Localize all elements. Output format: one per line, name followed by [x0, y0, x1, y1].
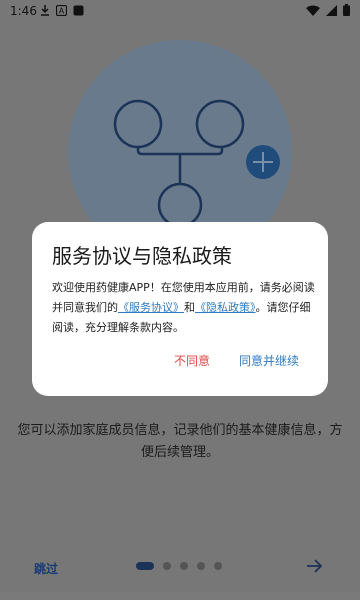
page-dot-active	[136, 562, 154, 570]
privacy-policy-link[interactable]: 《隐私政策》	[195, 301, 256, 314]
page-dot	[214, 562, 222, 570]
page-dot	[180, 562, 188, 570]
page-dot	[197, 562, 205, 570]
service-agreement-link[interactable]: 《服务协议》	[118, 301, 184, 314]
page-indicator	[136, 562, 222, 570]
dialog-title: 服务协议与隐私政策	[52, 244, 232, 268]
privacy-dialog: 服务协议与隐私政策 欢迎使用药健康APP！在您使用本应用前，请务必阅读并同意我们…	[32, 222, 328, 396]
skip-button[interactable]: 跳过	[34, 560, 58, 577]
agree-continue-button[interactable]: 同意并继续	[239, 352, 299, 369]
page-dot	[163, 562, 171, 570]
dialog-and-text: 和	[184, 301, 195, 314]
add-member-icon	[246, 145, 280, 179]
intro-description: 您可以添加家庭成员信息，记录他们的基本健康信息，方便后续管理。	[17, 423, 343, 460]
onboarding-bottom-bar: 跳过	[0, 552, 360, 582]
dialog-body: 欢迎使用药健康APP！在您使用本应用前，请务必阅读并同意我们的《服务协议》和《隐…	[52, 278, 316, 338]
next-arrow-icon[interactable]	[305, 557, 323, 575]
system-nav-bar	[0, 592, 360, 600]
disagree-button[interactable]: 不同意	[174, 352, 210, 369]
